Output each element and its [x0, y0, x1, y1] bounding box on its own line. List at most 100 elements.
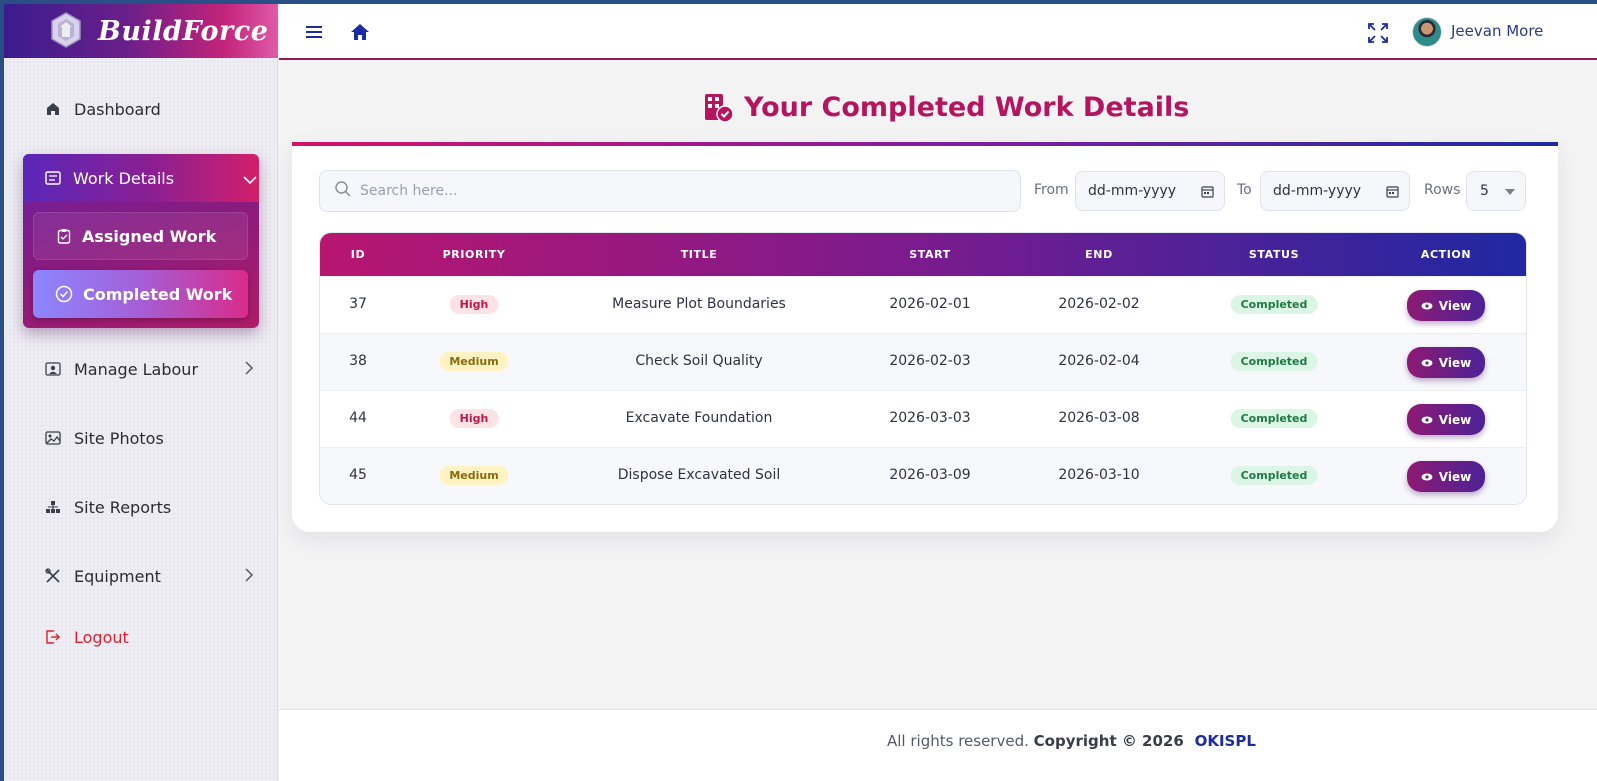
brand-header[interactable]: BuildForce	[4, 4, 278, 58]
cell-id: 44	[349, 410, 367, 426]
home-icon[interactable]	[350, 23, 370, 45]
cell-end: 2026-02-04	[1058, 353, 1140, 369]
table-row: 37 High Measure Plot Boundaries 2026-02-…	[320, 276, 1526, 333]
footer-rights: All rights reserved.	[887, 732, 1029, 750]
completed-work-table: ID PRIORITY TITLE START END STATUS ACTIO…	[319, 232, 1527, 505]
view-button[interactable]: View	[1407, 347, 1485, 378]
caret-down-icon	[1505, 189, 1515, 195]
sidebar-item-work-details[interactable]: Work Details	[23, 154, 259, 202]
app-window: BuildForce Dashboard Work Details Assign…	[4, 4, 1597, 781]
work-details-group: Work Details Assigned Work Completed Wor…	[23, 154, 259, 328]
sidebar-item-label: Site Photos	[74, 428, 164, 448]
eye-icon	[1421, 302, 1433, 310]
view-button[interactable]: View	[1407, 461, 1485, 492]
sidebar-item-equipment[interactable]: Equipment	[44, 561, 254, 591]
logout-icon	[44, 628, 62, 646]
col-header-start: START	[909, 248, 951, 261]
footer-copyright: Copyright © 2026	[1033, 732, 1184, 750]
sidebar-item-dashboard[interactable]: Dashboard	[44, 94, 161, 124]
sidebar-item-completed-work[interactable]: Completed Work	[33, 270, 248, 318]
sidebar-item-label: Assigned Work	[82, 226, 217, 246]
view-label: View	[1438, 298, 1472, 313]
sidebar-item-assigned-work[interactable]: Assigned Work	[33, 212, 248, 260]
to-label: To	[1237, 182, 1252, 198]
sidebar-item-site-photos[interactable]: Site Photos	[44, 423, 164, 453]
image-icon	[44, 429, 62, 447]
sidebar-item-label: Site Reports	[74, 497, 172, 517]
user-card-icon	[44, 360, 62, 378]
clipboard-icon	[56, 228, 72, 244]
card-accent-bar	[292, 142, 1558, 146]
search-input[interactable]: Search here...	[319, 170, 1021, 212]
page-title: Your Completed Work Details	[704, 92, 1189, 123]
col-header-end: END	[1085, 248, 1113, 261]
footer-company-link[interactable]: OKISPL	[1195, 732, 1256, 750]
sidebar-item-label: Logout	[74, 627, 129, 647]
col-header-priority: PRIORITY	[442, 248, 506, 261]
col-header-action: ACTION	[1420, 248, 1472, 261]
sidebar-item-label: Work Details	[73, 168, 175, 188]
footer: All rights reserved. Copyright © 2026 OK…	[279, 709, 1597, 781]
cell-end: 2026-02-02	[1058, 296, 1140, 312]
building-check-icon	[704, 93, 734, 123]
from-label: From	[1034, 182, 1069, 198]
cell-start: 2026-02-01	[889, 296, 971, 312]
priority-badge: High	[449, 295, 499, 314]
status-badge: Completed	[1230, 466, 1318, 485]
table-row: 44 High Excavate Foundation 2026-03-03 2…	[320, 390, 1526, 447]
view-label: View	[1438, 469, 1472, 484]
search-placeholder: Search here...	[360, 183, 458, 199]
priority-badge: Medium	[439, 466, 509, 485]
view-label: View	[1438, 412, 1472, 427]
eye-icon	[1421, 359, 1433, 367]
cell-start: 2026-02-03	[889, 353, 971, 369]
view-button[interactable]: View	[1407, 404, 1485, 435]
cell-title: Excavate Foundation	[625, 410, 773, 426]
calendar-icon[interactable]	[1386, 185, 1399, 202]
cell-title: Measure Plot Boundaries	[612, 296, 786, 312]
sidebar: BuildForce Dashboard Work Details Assign…	[4, 4, 278, 781]
status-badge: Completed	[1230, 352, 1318, 371]
menu-icon[interactable]	[305, 24, 323, 44]
rows-label: Rows	[1424, 182, 1461, 198]
from-date-field[interactable]: dd-mm-yyyy	[1075, 171, 1225, 211]
sidebar-item-manage-labour[interactable]: Manage Labour	[44, 354, 254, 384]
avatar[interactable]	[1412, 17, 1442, 47]
cell-end: 2026-03-10	[1058, 467, 1140, 483]
col-header-status: STATUS	[1248, 248, 1300, 261]
footer-text: All rights reserved. Copyright © 2026 OK…	[887, 732, 1256, 750]
cell-id: 38	[349, 353, 367, 369]
sidebar-item-label: Manage Labour	[74, 359, 199, 379]
cell-start: 2026-03-09	[889, 467, 971, 483]
cell-start: 2026-03-03	[889, 410, 971, 426]
status-badge: Completed	[1230, 409, 1318, 428]
sidebar-item-logout[interactable]: Logout	[44, 622, 129, 652]
calendar-icon[interactable]	[1201, 185, 1214, 202]
from-date-value: dd-mm-yyyy	[1088, 183, 1177, 199]
table-header: ID PRIORITY TITLE START END STATUS ACTIO…	[320, 233, 1526, 276]
check-circle-icon	[55, 285, 73, 303]
sidebar-item-site-reports[interactable]: Site Reports	[44, 492, 171, 522]
home-icon	[44, 100, 62, 118]
user-name[interactable]: Jeevan More	[1451, 22, 1543, 40]
table-row: 38 Medium Check Soil Quality 2026-02-03 …	[320, 333, 1526, 390]
cell-end: 2026-03-08	[1058, 410, 1140, 426]
topbar: Jeevan More	[279, 4, 1597, 60]
search-icon	[334, 180, 352, 202]
rows-per-page-select[interactable]: 5	[1466, 171, 1526, 211]
cell-id: 45	[349, 467, 367, 483]
to-date-field[interactable]: dd-mm-yyyy	[1260, 171, 1410, 211]
status-badge: Completed	[1230, 295, 1318, 314]
view-button[interactable]: View	[1407, 290, 1485, 321]
table-row: 45 Medium Dispose Excavated Soil 2026-03…	[320, 447, 1526, 504]
sidebar-item-label: Dashboard	[74, 99, 161, 119]
eye-icon	[1421, 416, 1433, 424]
sidebar-item-label: Equipment	[74, 566, 161, 586]
priority-badge: High	[449, 409, 499, 428]
col-header-id: ID	[350, 248, 366, 261]
cell-title: Dispose Excavated Soil	[617, 467, 781, 483]
fullscreen-icon[interactable]	[1367, 22, 1389, 48]
priority-badge: Medium	[439, 352, 509, 371]
page-title-text: Your Completed Work Details	[744, 92, 1190, 123]
cell-title: Check Soil Quality	[635, 353, 763, 369]
